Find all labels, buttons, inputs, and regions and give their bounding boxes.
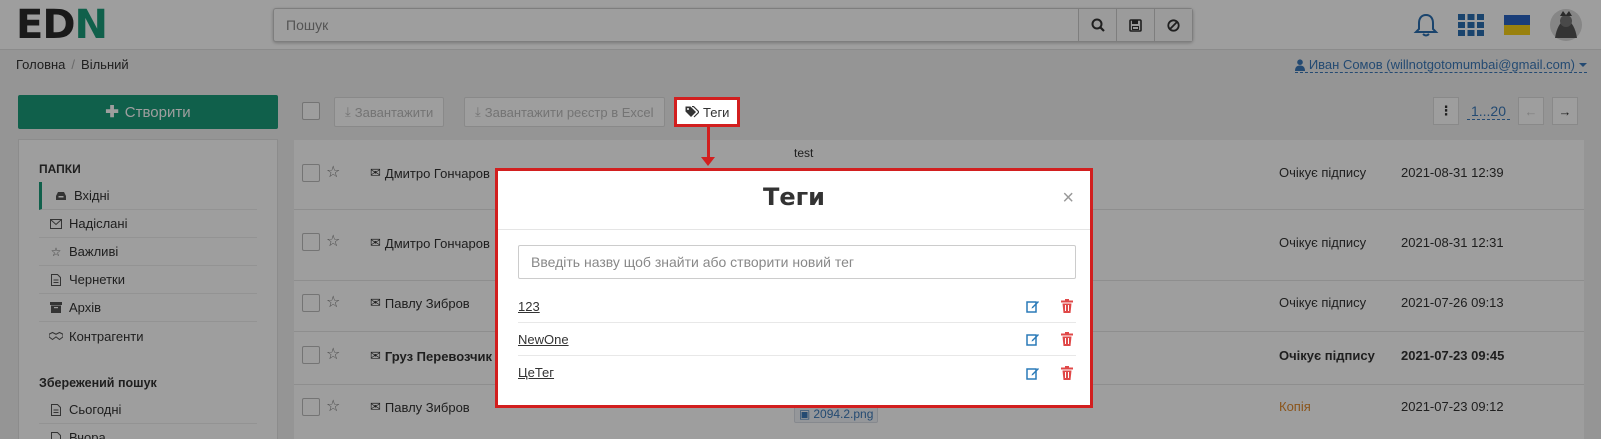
edit-icon[interactable] — [1024, 364, 1042, 382]
annotation-arrow — [707, 127, 710, 159]
tags-dialog: Теги × 123 NewOne ЦеТег — [495, 168, 1093, 408]
annotation-arrow-head — [701, 157, 715, 166]
tag-link[interactable]: 123 — [518, 299, 1008, 314]
tag-link[interactable]: ЦеТег — [518, 365, 1008, 380]
dialog-divider — [498, 229, 1090, 230]
list-item: NewOne — [518, 323, 1076, 356]
tags-icon — [685, 106, 699, 118]
list-item: 123 — [518, 290, 1076, 323]
tag-search-input[interactable] — [518, 245, 1076, 279]
close-icon[interactable]: × — [1062, 187, 1074, 210]
list-item: ЦеТег — [518, 356, 1076, 389]
tags-button-highlight[interactable]: Теги — [674, 97, 741, 127]
tag-link[interactable]: NewOne — [518, 332, 1008, 347]
trash-icon[interactable] — [1058, 330, 1076, 348]
edit-icon[interactable] — [1024, 330, 1042, 348]
edit-icon[interactable] — [1024, 297, 1042, 315]
tags-label: Теги — [703, 104, 730, 120]
dialog-title: Теги — [762, 183, 825, 211]
trash-icon[interactable] — [1058, 364, 1076, 382]
trash-icon[interactable] — [1058, 297, 1076, 315]
